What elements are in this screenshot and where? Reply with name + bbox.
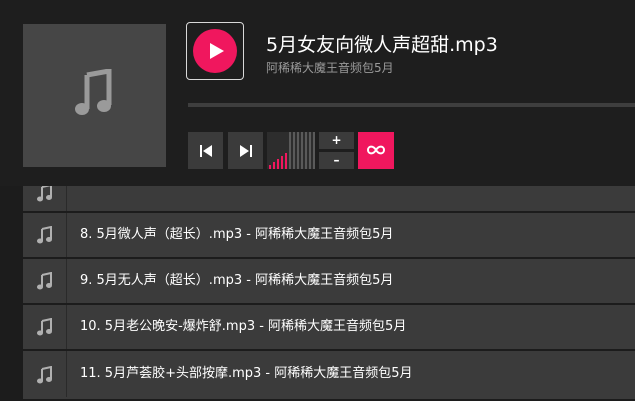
volume-bar	[285, 153, 287, 169]
playlist: 7. 5月微人声-2.mp3 - 阿稀稀大魔王音频包5月 8. 5月微人声（超长…	[23, 172, 635, 401]
music-note-icon	[37, 366, 52, 384]
volume-bar	[309, 132, 311, 169]
volume-bar	[289, 132, 291, 169]
play-button-circle	[193, 29, 237, 73]
volume-bar	[281, 156, 283, 169]
music-note-icon	[37, 184, 52, 202]
track-title: 5月女友向微人声超甜.mp3	[266, 34, 498, 56]
volume-bar	[293, 132, 295, 169]
volume-bar	[269, 165, 271, 169]
list-item[interactable]: 9. 5月无人声（超长）.mp3 - 阿稀稀大魔王音频包5月	[23, 257, 635, 303]
music-note-icon	[37, 272, 52, 290]
volume-up-label: +	[331, 133, 342, 147]
previous-button[interactable]	[188, 132, 223, 169]
play-button[interactable]	[186, 22, 244, 80]
volume-bar	[273, 162, 275, 169]
volume-bar	[313, 132, 315, 169]
list-item[interactable]: 10. 5月老公晚安-爆炸舒.mp3 - 阿稀稀大魔王音频包5月	[23, 303, 635, 349]
progress-bar[interactable]	[188, 103, 635, 107]
list-item-label: 11. 5月芦荟胶+头部按摩.mp3 - 阿稀稀大魔王音频包5月	[80, 366, 413, 381]
list-item-icon-cell	[23, 213, 67, 257]
player-panel: 5月女友向微人声超甜.mp3 阿稀稀大魔王音频包5月 + –	[0, 0, 635, 186]
volume-meter[interactable]	[267, 132, 315, 169]
volume-down-label: –	[333, 153, 340, 167]
play-icon	[210, 43, 224, 59]
volume-up-button[interactable]: +	[319, 132, 354, 149]
album-art	[23, 24, 166, 167]
volume-down-button[interactable]: –	[319, 152, 354, 169]
next-button[interactable]	[228, 132, 263, 169]
list-item-icon-cell	[23, 305, 67, 349]
music-note-icon	[75, 69, 112, 115]
list-item[interactable]: 11. 5月芦荟胶+头部按摩.mp3 - 阿稀稀大魔王音频包5月	[23, 349, 635, 399]
list-item-icon-cell	[23, 351, 67, 397]
skip-back-icon	[200, 145, 212, 157]
music-note-icon	[37, 318, 52, 336]
volume-bar	[301, 132, 303, 169]
track-artist: 阿稀稀大魔王音频包5月	[266, 61, 394, 75]
volume-bar	[297, 132, 299, 169]
list-item-label: 9. 5月无人声（超长）.mp3 - 阿稀稀大魔王音频包5月	[80, 273, 394, 288]
list-item-label: 8. 5月微人声（超长）.mp3 - 阿稀稀大魔王音频包5月	[80, 227, 394, 242]
list-item[interactable]: 8. 5月微人声（超长）.mp3 - 阿稀稀大魔王音频包5月	[23, 211, 635, 257]
list-item-label: 10. 5月老公晚安-爆炸舒.mp3 - 阿稀稀大魔王音频包5月	[80, 319, 407, 334]
music-note-icon	[37, 226, 52, 244]
loop-button[interactable]	[358, 132, 394, 169]
volume-bar	[277, 159, 279, 169]
volume-bar	[305, 132, 307, 169]
infinity-loop-icon	[367, 145, 385, 155]
skip-forward-icon	[240, 145, 252, 157]
list-item-icon-cell	[23, 259, 67, 303]
